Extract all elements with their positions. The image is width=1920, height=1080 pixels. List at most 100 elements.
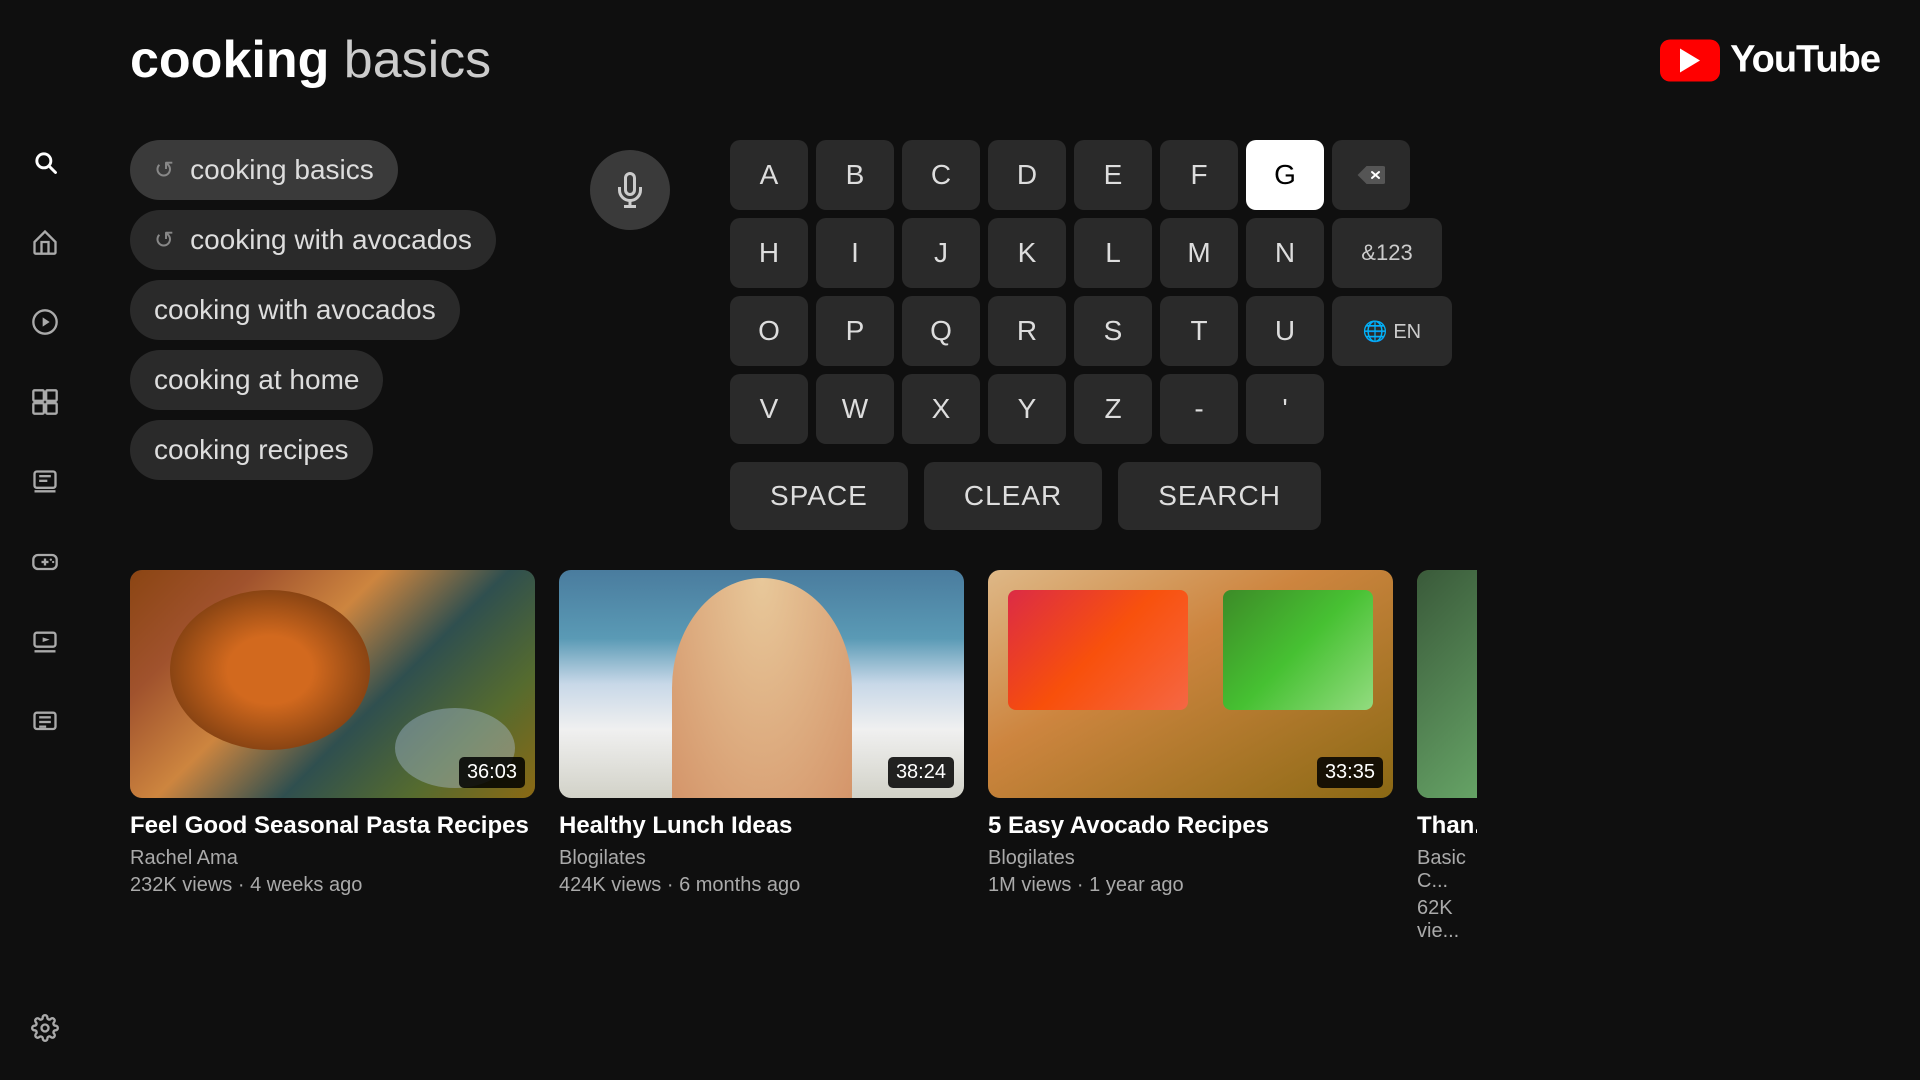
mic-area — [590, 140, 670, 230]
video-age-0: 4 weeks ago — [250, 874, 362, 896]
key-n[interactable]: N — [1246, 218, 1324, 288]
history-icon-1: ↺ — [154, 226, 174, 255]
video-title-1: Healthy Lunch Ideas — [559, 810, 964, 841]
video-meta-3: 62K vie... — [1417, 897, 1477, 943]
video-title-2: 5 Easy Avocado Recipes — [988, 810, 1393, 841]
sidebar-item-shorts[interactable] — [23, 300, 67, 344]
suggestion-cooking-at-home[interactable]: cooking at home — [130, 350, 383, 410]
video-channel-3: Basic C... — [1417, 847, 1477, 893]
keyboard-row-3: O P Q R S T U 🌐 EN — [730, 296, 1452, 366]
video-channel-1: Blogilates — [559, 847, 964, 870]
key-d[interactable]: D — [988, 140, 1066, 210]
key-j[interactable]: J — [902, 218, 980, 288]
keyboard-row-4: V W X Y Z - ' — [730, 374, 1452, 444]
key-p[interactable]: P — [816, 296, 894, 366]
page-title: cooking basics — [130, 30, 491, 90]
video-meta-1: 424K views · 6 months ago — [559, 874, 964, 897]
video-card-0[interactable]: 36:03 Feel Good Seasonal Pasta Recipes R… — [130, 570, 535, 1080]
video-title-0: Feel Good Seasonal Pasta Recipes — [130, 810, 535, 841]
keyboard-row-2: H I J K L M N &123 — [730, 218, 1452, 288]
sidebar-item-library[interactable] — [23, 460, 67, 504]
key-q[interactable]: Q — [902, 296, 980, 366]
sidebar-item-gaming[interactable] — [23, 540, 67, 584]
suggestions-list: ↺ cooking basics ↺ cooking with avocados… — [130, 140, 550, 480]
key-t[interactable]: T — [1160, 296, 1238, 366]
youtube-logo-text: YouTube — [1730, 39, 1880, 82]
suggestion-cooking-basics[interactable]: ↺ cooking basics — [130, 140, 398, 200]
key-o[interactable]: O — [730, 296, 808, 366]
video-meta-2: 1M views · 1 year ago — [988, 874, 1393, 897]
video-card-3[interactable]: Than... Basic C... 62K vie... — [1417, 570, 1477, 1080]
keyboard-row-1: A B C D E F G — [730, 140, 1452, 210]
video-info-2: 5 Easy Avocado Recipes Blogilates 1M vie… — [988, 798, 1393, 897]
key-i[interactable]: I — [816, 218, 894, 288]
main-content: ↺ cooking basics ↺ cooking with avocados… — [90, 120, 1920, 1080]
key-l[interactable]: L — [1074, 218, 1152, 288]
key-v[interactable]: V — [730, 374, 808, 444]
key-z[interactable]: Z — [1074, 374, 1152, 444]
video-views-3: 62K vie... — [1417, 897, 1459, 942]
key-r[interactable]: R — [988, 296, 1066, 366]
clear-button[interactable]: CLEAR — [924, 462, 1102, 530]
history-icon-0: ↺ — [154, 156, 174, 185]
key-y[interactable]: Y — [988, 374, 1066, 444]
suggestion-cooking-recipes[interactable]: cooking recipes — [130, 420, 373, 480]
video-card-1[interactable]: 38:24 Healthy Lunch Ideas Blogilates 424… — [559, 570, 964, 1080]
keyboard: A B C D E F G H I J — [730, 140, 1452, 530]
video-thumb-2: 33:35 — [988, 570, 1393, 798]
key-e[interactable]: E — [1074, 140, 1152, 210]
suggestion-text-1: cooking with avocados — [190, 224, 472, 256]
key-u[interactable]: U — [1246, 296, 1324, 366]
key-f[interactable]: F — [1160, 140, 1238, 210]
video-grid: 36:03 Feel Good Seasonal Pasta Recipes R… — [90, 550, 1920, 1080]
video-views-2: 1M views — [988, 874, 1071, 896]
sidebar-item-subscriptions[interactable] — [23, 380, 67, 424]
suggestion-cooking-with-avocados-1[interactable]: ↺ cooking with avocados — [130, 210, 496, 270]
search-button[interactable]: SEARCH — [1118, 462, 1321, 530]
sidebar-item-history[interactable] — [23, 700, 67, 744]
key-h[interactable]: H — [730, 218, 808, 288]
video-card-2[interactable]: 33:35 5 Easy Avocado Recipes Blogilates … — [988, 570, 1393, 1080]
sidebar — [0, 0, 90, 1080]
suggestion-cooking-with-avocados-2[interactable]: cooking with avocados — [130, 280, 460, 340]
key-backspace[interactable] — [1332, 140, 1410, 210]
key-g[interactable]: G — [1246, 140, 1324, 210]
key-a[interactable]: A — [730, 140, 808, 210]
video-thumb-1: 38:24 — [559, 570, 964, 798]
video-duration-0: 36:03 — [459, 757, 525, 788]
key-w[interactable]: W — [816, 374, 894, 444]
video-title-3: Than... — [1417, 810, 1477, 841]
suggestion-text-2: cooking with avocados — [154, 294, 436, 326]
video-duration-2: 33:35 — [1317, 757, 1383, 788]
key-k[interactable]: K — [988, 218, 1066, 288]
sidebar-item-search[interactable] — [23, 140, 67, 184]
key-b[interactable]: B — [816, 140, 894, 210]
video-channel-2: Blogilates — [988, 847, 1393, 870]
key-s[interactable]: S — [1074, 296, 1152, 366]
video-info-0: Feel Good Seasonal Pasta Recipes Rachel … — [130, 798, 535, 897]
youtube-logo: YouTube — [1660, 39, 1880, 82]
search-area: ↺ cooking basics ↺ cooking with avocados… — [90, 120, 1920, 550]
header: cooking basics YouTube — [90, 0, 1920, 120]
key-c[interactable]: C — [902, 140, 980, 210]
key-x[interactable]: X — [902, 374, 980, 444]
suggestion-text-0: cooking basics — [190, 154, 374, 186]
suggestion-text-3: cooking at home — [154, 364, 359, 396]
video-info-3: Than... Basic C... 62K vie... — [1417, 798, 1477, 943]
key-apostrophe[interactable]: ' — [1246, 374, 1324, 444]
video-separator-0: · — [238, 874, 250, 896]
mic-button[interactable] — [590, 150, 670, 230]
video-meta-0: 232K views · 4 weeks ago — [130, 874, 535, 897]
video-views-1: 424K views — [559, 874, 661, 896]
key-language[interactable]: 🌐 EN — [1332, 296, 1452, 366]
space-button[interactable]: SPACE — [730, 462, 908, 530]
key-m[interactable]: M — [1160, 218, 1238, 288]
sidebar-item-settings[interactable] — [23, 1006, 67, 1050]
key-numbers[interactable]: &123 — [1332, 218, 1442, 288]
video-channel-0: Rachel Ama — [130, 847, 535, 870]
sidebar-item-queue[interactable] — [23, 620, 67, 664]
sidebar-item-home[interactable] — [23, 220, 67, 264]
video-separator-1: · — [667, 874, 679, 896]
key-dash[interactable]: - — [1160, 374, 1238, 444]
video-age-2: 1 year ago — [1089, 874, 1184, 896]
